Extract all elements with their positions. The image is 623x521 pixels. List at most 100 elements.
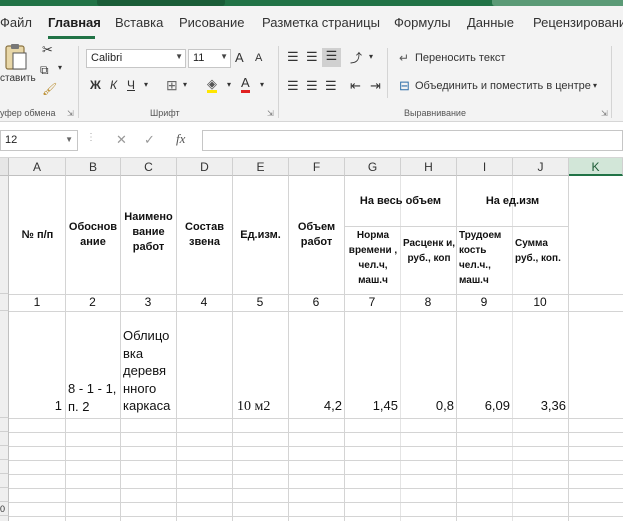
underline-dropdown-icon[interactable]: ▾ [144, 80, 148, 89]
row-header[interactable] [0, 294, 9, 311]
header-cell-basis[interactable]: Обоснов ание [66, 220, 120, 250]
cut-icon[interactable]: ✂ [42, 42, 53, 58]
tab-insert[interactable]: Вставка [115, 15, 163, 30]
cancel-icon[interactable]: ✕ [116, 132, 127, 148]
data-cell-time-norm[interactable]: 1,45 [345, 398, 398, 413]
insert-function-icon[interactable]: fx [176, 131, 185, 147]
merge-dropdown-icon[interactable]: ▾ [593, 81, 597, 90]
row-header[interactable] [0, 516, 9, 521]
column-header-g[interactable]: G [345, 158, 401, 176]
merge-center-button[interactable]: Объединить и поместить в центре [415, 80, 591, 92]
row-header[interactable] [0, 311, 9, 418]
column-header-k[interactable]: K [569, 158, 623, 176]
data-cell-basis[interactable]: 8 - 1 - 1, п. 2 [68, 380, 118, 416]
wrap-text-button[interactable]: Переносить текст [415, 52, 505, 64]
bold-button[interactable]: Ж [90, 78, 101, 92]
header-cell-rate[interactable]: Расценк и, руб., коп [402, 236, 456, 266]
copy-dropdown-icon[interactable]: ▾ [58, 63, 62, 72]
header-cell-number[interactable]: № п/п [10, 228, 65, 243]
align-right-icon[interactable]: ☰ [325, 78, 337, 94]
font-color-icon[interactable]: A [241, 76, 250, 93]
font-name-select[interactable]: Calibri ▼ [86, 49, 186, 68]
copy-icon[interactable]: ⧉ [40, 63, 49, 78]
column-number-cell[interactable]: 6 [288, 295, 344, 309]
column-number-cell[interactable]: 10 [512, 295, 568, 309]
column-header-c[interactable]: C [121, 158, 177, 176]
data-cell-volume[interactable]: 4,2 [289, 398, 342, 413]
font-launcher-icon[interactable]: ⇲ [267, 109, 274, 118]
align-top-icon[interactable]: ☰ [287, 49, 299, 65]
column-header-i[interactable]: I [457, 158, 513, 176]
tab-home[interactable]: Главная [48, 15, 101, 30]
underline-button[interactable]: Ч [127, 78, 135, 92]
header-cell-crew[interactable]: Состав звена [177, 220, 232, 250]
data-cell-rate[interactable]: 0,8 [401, 398, 454, 413]
column-header-h[interactable]: H [401, 158, 457, 176]
fill-color-dropdown-icon[interactable]: ▾ [227, 80, 231, 89]
column-header-b[interactable]: B [66, 158, 121, 176]
paste-icon[interactable] [4, 43, 28, 71]
header-cell-per-unit[interactable]: На ед.изм [457, 194, 568, 209]
row-header[interactable] [0, 488, 9, 502]
alignment-launcher-icon[interactable]: ⇲ [601, 109, 608, 118]
data-cell-work-name[interactable]: Облицо вка деревя нного каркаса [123, 327, 175, 415]
column-number-cell[interactable]: 1 [9, 295, 65, 309]
enter-icon[interactable]: ✓ [144, 132, 155, 148]
column-number-cell[interactable]: 5 [232, 295, 288, 309]
data-cell-sum[interactable]: 3,36 [513, 398, 566, 413]
row-header[interactable] [0, 176, 9, 294]
row-header[interactable] [0, 474, 9, 488]
merge-center-icon[interactable]: ⊟ [399, 78, 410, 94]
align-left-icon[interactable]: ☰ [287, 78, 299, 94]
paste-button-label[interactable]: ставить [0, 73, 36, 84]
grow-font-button[interactable]: A [235, 50, 244, 65]
tab-formulas[interactable]: Формулы [394, 15, 451, 30]
column-number-cell[interactable]: 8 [400, 295, 456, 309]
header-cell-labor[interactable]: Трудоем кость чел.ч., маш.ч [459, 228, 511, 288]
font-size-select[interactable]: 11 ▼ [188, 49, 231, 68]
column-header-d[interactable]: D [177, 158, 233, 176]
row-header[interactable] [0, 432, 9, 446]
column-header-a[interactable]: A [9, 158, 66, 176]
row-header[interactable]: 0 [0, 502, 9, 516]
header-cell-time-norm[interactable]: Норма времени , чел.ч, маш.ч [346, 228, 400, 288]
header-cell-total-volume[interactable]: На весь объем [345, 194, 456, 209]
select-all-corner[interactable] [0, 158, 9, 176]
data-cell-number[interactable]: 1 [9, 398, 62, 413]
column-number-cell[interactable]: 7 [344, 295, 400, 309]
header-cell-unit[interactable]: Ед.изм. [233, 228, 288, 243]
column-header-f[interactable]: F [289, 158, 345, 176]
font-color-dropdown-icon[interactable]: ▾ [260, 80, 264, 89]
align-middle-icon[interactable]: ☰ [306, 49, 318, 65]
wrap-text-icon[interactable]: ↵ [399, 51, 409, 65]
tab-data[interactable]: Данные [467, 15, 514, 30]
header-cell-volume[interactable]: Объем работ [289, 220, 344, 250]
data-cell-labor[interactable]: 6,09 [457, 398, 510, 413]
tab-draw[interactable]: Рисование [179, 15, 244, 30]
shrink-font-button[interactable]: A [255, 52, 262, 64]
column-number-cell[interactable]: 3 [120, 295, 176, 309]
header-cell-work-name[interactable]: Наимено вание работ [121, 210, 176, 255]
borders-icon[interactable]: ⊞ [166, 77, 178, 94]
tab-file[interactable]: Файл [0, 15, 32, 30]
align-center-icon[interactable]: ☰ [306, 78, 318, 94]
italic-button[interactable]: К [110, 78, 117, 92]
column-number-cell[interactable]: 4 [176, 295, 232, 309]
formula-input[interactable] [202, 130, 623, 151]
decrease-indent-icon[interactable]: ⇤ [350, 78, 361, 94]
orientation-icon[interactable]: ⤴ [350, 49, 362, 66]
data-cell-unit[interactable]: 10 м2 [237, 399, 287, 415]
column-number-cell[interactable]: 9 [456, 295, 512, 309]
row-header[interactable] [0, 446, 9, 460]
align-bottom-icon[interactable]: ☰ [322, 48, 341, 67]
row-header[interactable] [0, 460, 9, 474]
column-header-j[interactable]: J [513, 158, 569, 176]
fill-color-icon[interactable]: ◈ [207, 77, 217, 93]
name-box[interactable]: 12 ▼ [0, 130, 78, 151]
row-header[interactable] [0, 418, 9, 432]
format-painter-icon[interactable]: 🖌 [42, 82, 57, 96]
tab-review[interactable]: Рецензирование [533, 15, 623, 30]
header-cell-sum[interactable]: Сумма руб., коп. [515, 236, 567, 266]
column-header-e[interactable]: E [233, 158, 289, 176]
column-number-cell[interactable]: 2 [65, 295, 120, 309]
